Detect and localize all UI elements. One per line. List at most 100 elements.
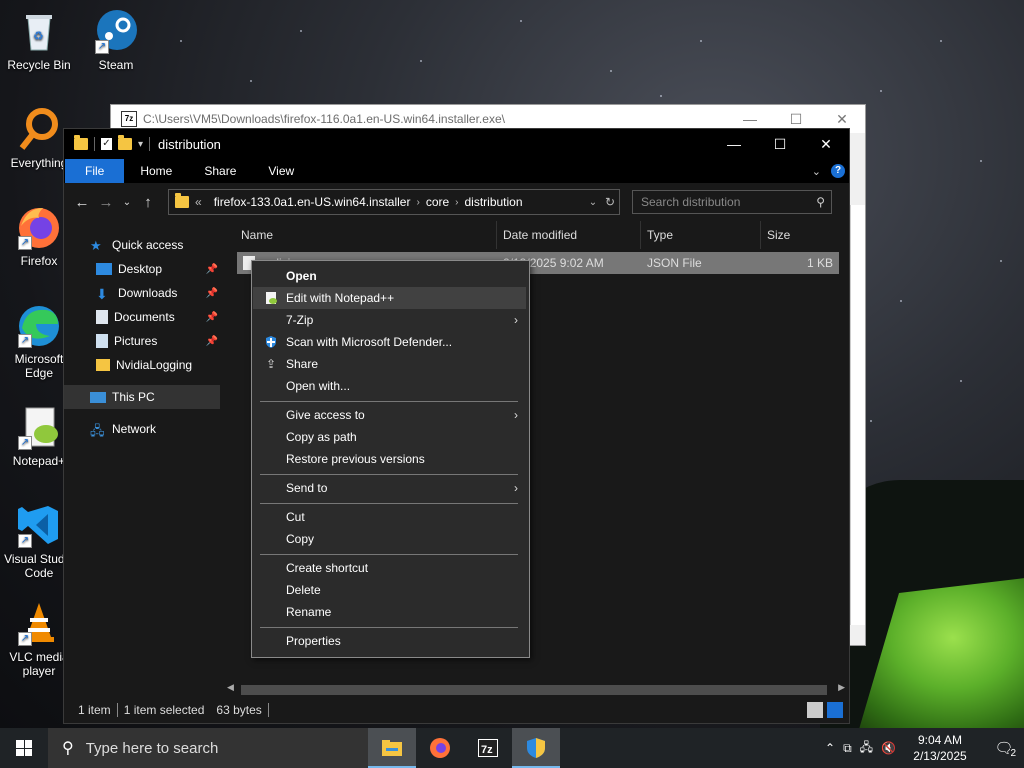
network-status-icon[interactable]: 🖧 xyxy=(860,738,873,759)
close-button[interactable]: ✕ xyxy=(803,129,849,159)
column-header-size[interactable]: Size xyxy=(761,221,841,249)
desktop-icon-steam[interactable]: ↗ Steam xyxy=(79,8,153,72)
file-type: JSON File xyxy=(647,256,702,270)
tab-view[interactable]: View xyxy=(252,159,310,183)
new-folder-icon[interactable] xyxy=(118,135,132,150)
column-header-type[interactable]: Type xyxy=(641,221,761,249)
menu-item-restore-previous-versions[interactable]: Restore previous versions xyxy=(253,448,526,470)
nav-item-pictures[interactable]: Pictures 📌 xyxy=(64,329,220,353)
start-button[interactable] xyxy=(0,728,48,768)
help-icon[interactable]: ? xyxy=(831,164,845,178)
pin-icon: 📌 xyxy=(205,311,218,323)
address-bar[interactable]: « firefox-133.0a1.en-US.win64.installer … xyxy=(168,189,620,215)
nav-network[interactable]: 🖧 Network xyxy=(64,417,220,441)
desktop-folder-icon xyxy=(96,263,112,275)
menu-separator xyxy=(260,627,518,628)
menu-separator xyxy=(260,554,518,555)
details-view-icon[interactable] xyxy=(807,702,823,718)
properties-check-icon[interactable]: ✓ xyxy=(101,138,112,150)
desktop-icon-recycle-bin[interactable]: ♻ Recycle Bin xyxy=(2,8,76,72)
breadcrumb-installer[interactable]: firefox-133.0a1.en-US.win64.installer xyxy=(208,195,417,209)
search-box[interactable]: Search distribution ⚲ xyxy=(632,190,832,214)
taskbar-security-prompt[interactable] xyxy=(512,728,560,768)
window-title: distribution xyxy=(158,136,221,152)
divider xyxy=(149,137,151,151)
share-icon: ⇪ xyxy=(265,357,277,371)
explorer-titlebar[interactable]: ✓ ▾ distribution — ☐ ✕ xyxy=(64,129,849,159)
7zip-close-button[interactable]: ✕ xyxy=(819,111,865,128)
star-icon: ★ xyxy=(90,238,102,253)
tab-home[interactable]: Home xyxy=(124,159,188,183)
column-header-name[interactable]: Name xyxy=(221,221,497,249)
menu-separator xyxy=(260,401,518,402)
breadcrumb-core[interactable]: core xyxy=(420,195,455,209)
refresh-icon[interactable]: ↻ xyxy=(601,195,619,209)
expand-ribbon-chevron-icon[interactable]: ⌄ xyxy=(812,165,821,178)
shortcut-arrow-icon: ↗ xyxy=(18,534,32,548)
taskbar-7zip[interactable]: 7z xyxy=(464,728,512,768)
menu-item-rename[interactable]: Rename xyxy=(253,601,526,623)
forward-arrow-icon[interactable]: → xyxy=(94,194,118,211)
scroll-left-icon[interactable]: ◀ xyxy=(227,682,234,693)
recent-locations-chevron-icon[interactable]: ⌄ xyxy=(118,197,136,208)
submenu-arrow-icon: › xyxy=(514,313,518,327)
shortcut-arrow-icon: ↗ xyxy=(95,40,109,54)
menu-item-edit-with-notepad-plus-plus[interactable]: Edit with Notepad++ xyxy=(253,287,526,309)
breadcrumb-distribution[interactable]: distribution xyxy=(459,195,529,209)
horizontal-scrollbar[interactable]: ◀ ▶ xyxy=(221,682,847,695)
menu-item-scan-defender[interactable]: Scan with Microsoft Defender... xyxy=(253,331,526,353)
scroll-right-icon[interactable]: ▶ xyxy=(838,682,845,693)
7zip-maximize-button[interactable]: ☐ xyxy=(773,111,819,128)
nav-item-documents[interactable]: Documents 📌 xyxy=(64,305,220,329)
clock[interactable]: 9:04 AM 2/13/2025 xyxy=(904,732,976,764)
menu-item-copy[interactable]: Copy xyxy=(253,528,526,550)
vlc-icon: ↗ xyxy=(16,600,62,646)
tab-file[interactable]: File xyxy=(65,159,125,183)
maximize-button[interactable]: ☐ xyxy=(757,129,803,159)
menu-item-properties[interactable]: Properties xyxy=(253,630,526,652)
menu-item-create-shortcut[interactable]: Create shortcut xyxy=(253,557,526,579)
column-headers: Name Date modified Type Size xyxy=(221,221,847,250)
menu-item-give-access-to[interactable]: Give access to › xyxy=(253,404,526,426)
tray-app-icon[interactable]: ⧉ xyxy=(843,741,852,756)
column-header-date[interactable]: Date modified xyxy=(497,221,641,249)
volume-muted-icon[interactable]: 🔇 xyxy=(881,741,896,755)
minimize-button[interactable]: — xyxy=(711,129,757,159)
nav-item-desktop[interactable]: Desktop 📌 xyxy=(64,257,220,281)
menu-item-open-with[interactable]: Open with... xyxy=(253,375,526,397)
nav-item-nvidialogging[interactable]: NvidiaLogging xyxy=(64,353,220,377)
7zip-scrollbar[interactable] xyxy=(850,205,865,625)
show-hidden-icons-chevron-icon[interactable]: ⌃ xyxy=(825,741,835,755)
nav-quick-access[interactable]: ★ Quick access xyxy=(64,233,220,257)
address-dropdown-icon[interactable]: ⌄ xyxy=(585,197,601,208)
uac-shield-icon xyxy=(527,738,545,758)
menu-item-cut[interactable]: Cut xyxy=(253,506,526,528)
nav-item-downloads[interactable]: ⬇ Downloads 📌 xyxy=(64,281,220,305)
menu-item-send-to[interactable]: Send to › xyxy=(253,477,526,499)
taskbar: ⚲ Type here to search 7z ⌃ ⧉ 🖧 🔇 9:04 AM… xyxy=(0,728,1024,768)
windows-logo-icon xyxy=(16,740,32,756)
notepad-plus-plus-icon xyxy=(263,290,279,306)
7zip-minimize-button[interactable]: — xyxy=(727,111,773,128)
menu-item-delete[interactable]: Delete xyxy=(253,579,526,601)
quick-access-toolbar-dropdown-icon[interactable]: ▾ xyxy=(138,139,143,150)
scrollbar-thumb[interactable] xyxy=(241,685,827,695)
navigation-pane: ★ Quick access Desktop 📌 ⬇ Downloads 📌 D… xyxy=(64,221,220,691)
taskbar-firefox[interactable] xyxy=(416,728,464,768)
tab-share[interactable]: Share xyxy=(188,159,252,183)
divider xyxy=(94,137,95,151)
menu-item-copy-as-path[interactable]: Copy as path xyxy=(253,426,526,448)
up-arrow-icon[interactable]: ↑ xyxy=(136,194,160,211)
menu-item-7zip[interactable]: 7-Zip › xyxy=(253,309,526,331)
menu-item-open[interactable]: Open xyxy=(253,265,526,287)
large-icons-view-icon[interactable] xyxy=(827,702,843,718)
folder-icon xyxy=(74,135,88,150)
shortcut-arrow-icon: ↗ xyxy=(18,236,32,250)
taskbar-search[interactable]: ⚲ Type here to search xyxy=(48,728,368,768)
action-center-button[interactable]: 🗨 2 xyxy=(984,739,1024,759)
nav-this-pc[interactable]: This PC xyxy=(64,385,220,409)
breadcrumb-overflow[interactable]: « xyxy=(189,195,208,209)
menu-item-share[interactable]: ⇪ Share xyxy=(253,353,526,375)
back-arrow-icon[interactable]: ← xyxy=(70,194,94,211)
taskbar-file-explorer[interactable] xyxy=(368,728,416,768)
